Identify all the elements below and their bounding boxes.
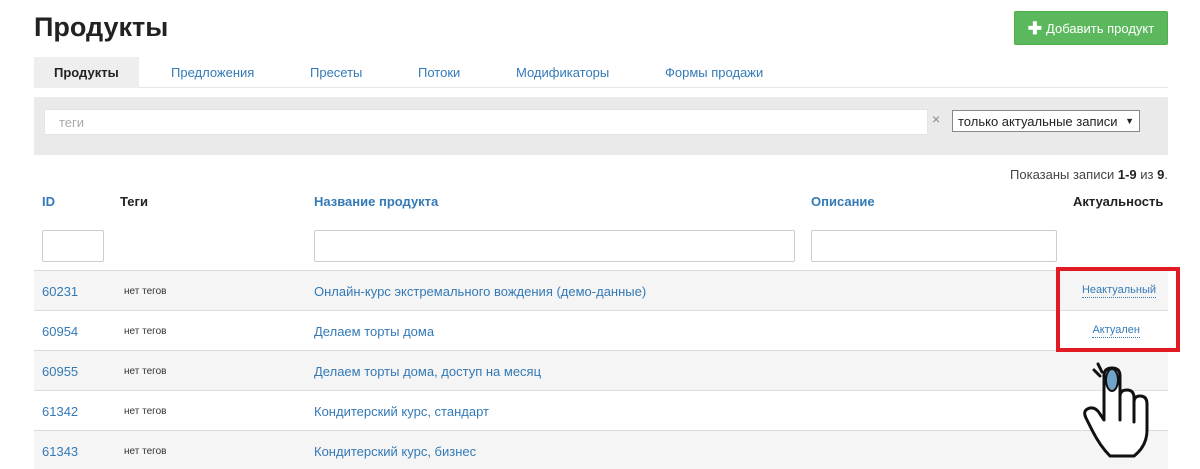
product-name-link[interactable]: Кондитерский курс, стандарт xyxy=(314,391,489,431)
product-name-link[interactable]: Делаем торты дома, доступ на месяц xyxy=(314,351,541,391)
table-row: 61343 нет тегов Кондитерский курс, бизне… xyxy=(34,430,1168,469)
caret-down-icon: ▼ xyxy=(1125,116,1134,126)
plus-icon: ✚ xyxy=(1027,18,1043,38)
actual-filter-select[interactable]: только актуальные записи ▼ xyxy=(952,110,1140,132)
product-tags: нет тегов xyxy=(124,445,167,457)
tab-products[interactable]: Продукты xyxy=(34,57,139,88)
clear-icon[interactable]: × xyxy=(932,111,940,127)
tab-sale-forms[interactable]: Формы продажи xyxy=(665,57,763,88)
column-header-description[interactable]: Описание xyxy=(811,194,875,209)
product-tags: нет тегов xyxy=(124,325,167,337)
table-row: 60955 нет тегов Делаем торты дома, досту… xyxy=(34,350,1168,390)
name-filter-input[interactable] xyxy=(314,230,795,262)
column-header-status: Актуальность xyxy=(1073,194,1164,209)
product-name-link[interactable]: Делаем торты дома xyxy=(314,311,434,351)
product-tags: нет тегов xyxy=(124,365,167,377)
product-tags: нет тегов xyxy=(124,285,167,297)
table-row: 61342 нет тегов Кондитерский курс, станд… xyxy=(34,390,1168,430)
tab-streams[interactable]: Потоки xyxy=(418,57,460,88)
product-id-link[interactable]: 60955 xyxy=(42,351,78,391)
tab-offers[interactable]: Предложения xyxy=(171,57,254,88)
products-table-body: 60231 нет тегов Онлайн-курс экстремально… xyxy=(34,270,1168,469)
table-row: 60954 нет тегов Делаем торты дома Актуал… xyxy=(34,310,1168,350)
tags-input[interactable] xyxy=(44,109,928,135)
id-filter-input[interactable] xyxy=(42,230,104,262)
product-id-link[interactable]: 60954 xyxy=(42,311,78,351)
records-summary: Показаны записи 1-9 из 9. xyxy=(1010,167,1168,182)
product-name-link[interactable]: Онлайн-курс экстремального вождения (дем… xyxy=(314,271,646,311)
product-tags: нет тегов xyxy=(124,405,167,417)
add-product-button[interactable]: ✚ Добавить продукт xyxy=(1014,11,1168,45)
column-header-tags: Теги xyxy=(120,194,148,209)
add-product-label: Добавить продукт xyxy=(1046,20,1155,36)
description-filter-input[interactable] xyxy=(811,230,1057,262)
product-name-link[interactable]: Кондитерский курс, бизнес xyxy=(314,431,476,469)
column-header-id[interactable]: ID xyxy=(42,194,55,209)
column-header-name[interactable]: Название продукта xyxy=(314,194,438,209)
table-row: 60231 нет тегов Онлайн-курс экстремально… xyxy=(34,270,1168,310)
tab-modifiers[interactable]: Модификаторы xyxy=(516,57,609,88)
highlight-frame xyxy=(1056,267,1180,352)
page-title: Продукты xyxy=(34,12,169,42)
actual-filter-value: только актуальные записи xyxy=(958,113,1118,129)
hand-pointer-icon xyxy=(1083,362,1149,458)
product-id-link[interactable]: 60231 xyxy=(42,271,78,311)
tab-bar: Продукты Предложения Пресеты Потоки Моди… xyxy=(34,57,1168,88)
product-id-link[interactable]: 61342 xyxy=(42,391,78,431)
filter-panel: × только актуальные записи ▼ xyxy=(34,97,1168,155)
tab-presets[interactable]: Пресеты xyxy=(310,57,362,88)
product-id-link[interactable]: 61343 xyxy=(42,431,78,469)
